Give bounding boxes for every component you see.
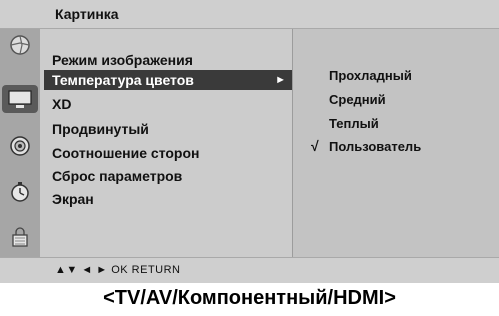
submenu-item-cool[interactable]: Прохладный xyxy=(329,68,412,83)
navigation-hint-bar: ▲▼ ◄ ► OK RETURN xyxy=(0,257,499,283)
menu-item-reset[interactable]: Сброс параметров xyxy=(52,168,182,184)
clock-icon[interactable] xyxy=(6,178,34,206)
menu-item-xd[interactable]: XD xyxy=(52,96,71,112)
menu-item-advanced[interactable]: Продвинутый xyxy=(52,121,149,137)
menu-item-aspect-ratio[interactable]: Соотношение сторон xyxy=(52,145,200,161)
picture-wheel-icon[interactable] xyxy=(6,31,34,59)
tv-screen-icon[interactable] xyxy=(2,85,38,113)
submenu-item-user[interactable]: Пользователь xyxy=(329,139,421,154)
category-icon-bar xyxy=(0,29,40,257)
menu-item-screen[interactable]: Экран xyxy=(52,191,94,207)
main-menu-panel: Режим изображения Температура цветов ► X… xyxy=(40,29,293,257)
color-temperature-submenu: Прохладный Средний Теплый √ Пользователь xyxy=(293,29,499,257)
input-source-caption: <TV/AV/Компонентный/HDMI> xyxy=(103,287,396,309)
lock-icon[interactable] xyxy=(6,223,34,251)
checkmark-icon: √ xyxy=(311,138,319,154)
submenu-arrow-icon: ► xyxy=(275,74,286,86)
title-bar: Картинка xyxy=(0,0,499,29)
navigation-hints: ▲▼ ◄ ► OK RETURN xyxy=(55,264,181,276)
submenu-item-warm[interactable]: Теплый xyxy=(329,116,379,131)
osd-menu: Картинка Режим изображения Температура ц… xyxy=(0,0,499,283)
menu-item-label: Температура цветов xyxy=(52,72,194,88)
submenu-item-medium[interactable]: Средний xyxy=(329,92,386,107)
menu-title: Картинка xyxy=(55,6,119,22)
audio-speaker-icon[interactable] xyxy=(6,132,34,160)
menu-item-picture-mode[interactable]: Режим изображения xyxy=(52,52,193,68)
menu-item-color-temperature[interactable]: Температура цветов ► xyxy=(44,70,292,90)
